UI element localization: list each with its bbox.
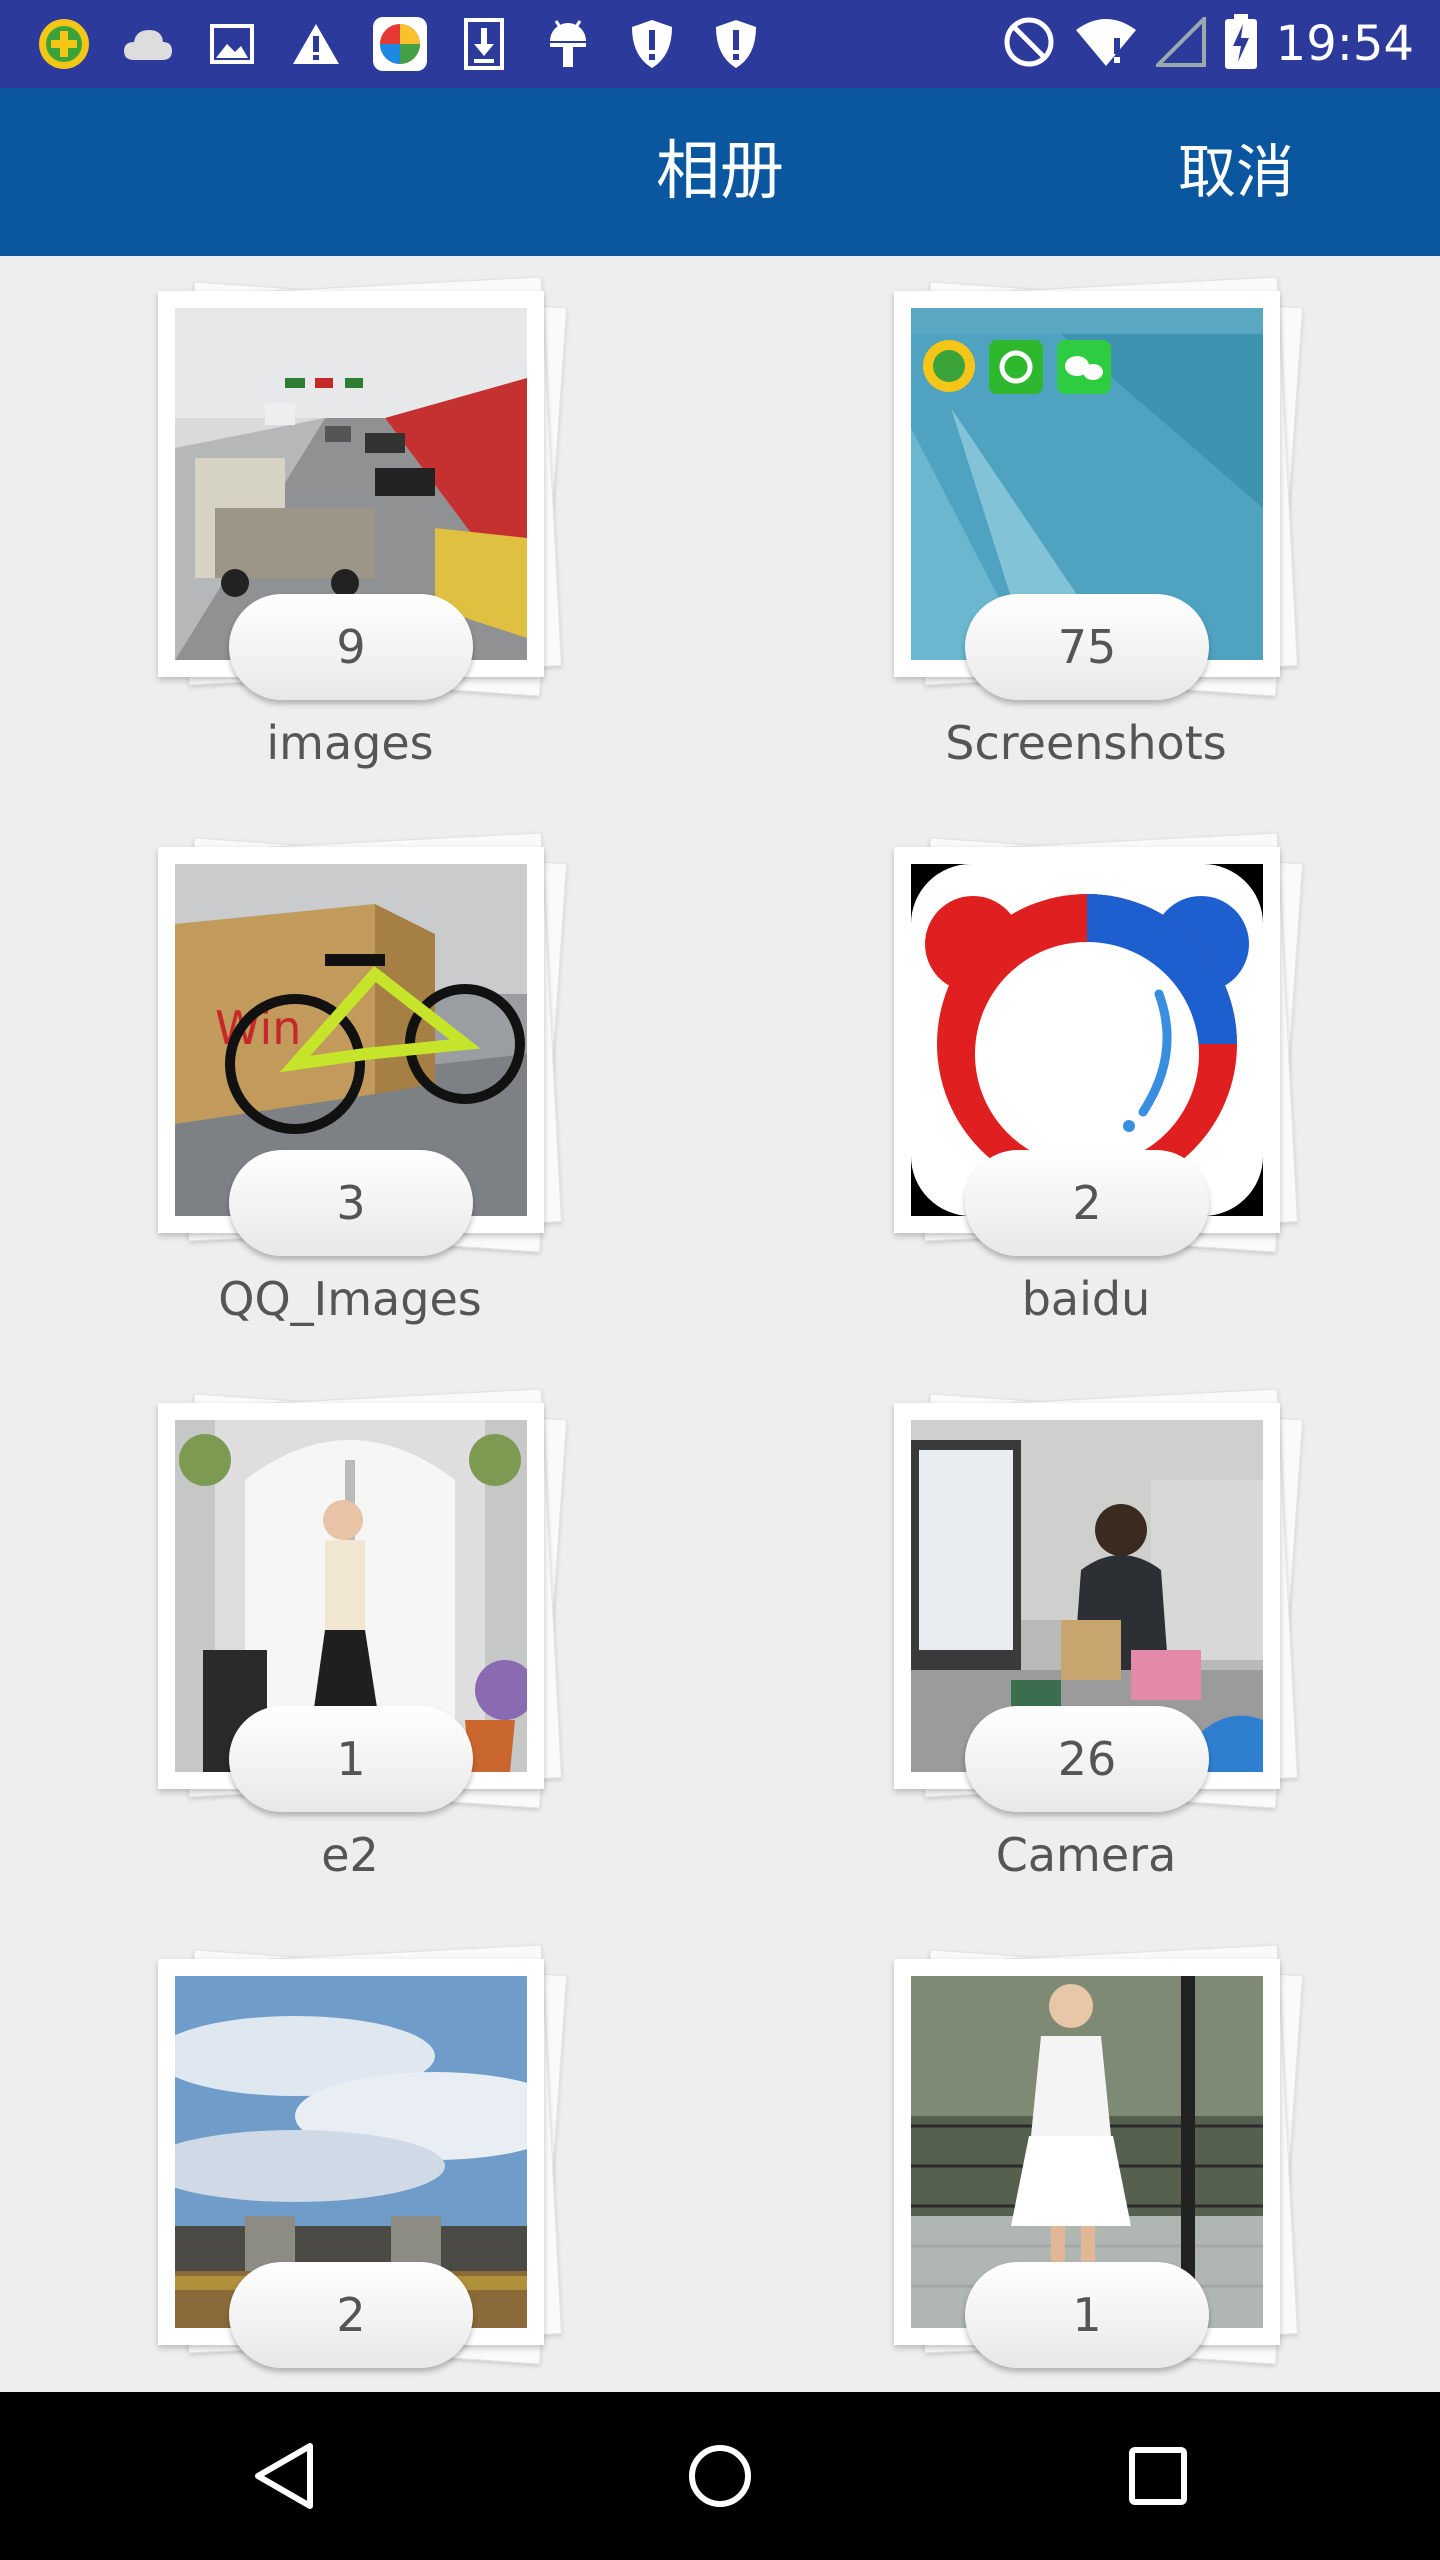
photo-count-badge: 9 — [229, 594, 473, 700]
cancel-button[interactable]: 取消 — [1178, 132, 1294, 212]
photo-count-badge: 75 — [965, 594, 1209, 700]
plus-app-icon — [32, 14, 96, 74]
status-bar: 19:54 — [0, 0, 1440, 88]
image-icon — [200, 14, 264, 74]
system-status: 19:54 — [1002, 14, 1414, 74]
shield-icon — [620, 14, 684, 74]
photo-count-badge: 2 — [965, 1150, 1209, 1256]
photo-count-badge: 2 — [229, 2262, 473, 2368]
warning-icon — [284, 14, 348, 74]
album-item[interactable]: 1 — [736, 1924, 1304, 2392]
recents-icon[interactable] — [1118, 2436, 1198, 2516]
album-item[interactable]: Win 3 QQ_Images — [0, 812, 568, 1352]
android-icon — [536, 14, 600, 74]
gallery-app-icon — [368, 14, 432, 74]
signal-icon — [1152, 14, 1206, 71]
wifi-icon — [1074, 16, 1138, 72]
album-name: QQ_Images — [218, 1272, 482, 1326]
album-name: Camera — [995, 1828, 1177, 1882]
download-icon — [452, 14, 516, 74]
album-item[interactable]: 1 e2 — [0, 1368, 568, 1908]
album-grid: 9 images 75 Screenshots Win 3 QQ_Images … — [0, 256, 1440, 2392]
notification-icons — [32, 14, 768, 74]
album-item[interactable]: 9 images — [0, 256, 568, 796]
album-item[interactable]: 75 Screenshots — [736, 256, 1304, 796]
app-bar: 相册 取消 — [0, 88, 1440, 256]
photo-count-badge: 1 — [229, 1706, 473, 1812]
album-name: baidu — [1021, 1272, 1151, 1326]
cloud-icon — [116, 14, 180, 74]
navigation-bar — [0, 2392, 1440, 2560]
album-name: e2 — [321, 1828, 379, 1882]
album-name: images — [266, 716, 434, 770]
album-item[interactable]: 26 Camera — [736, 1368, 1304, 1908]
album-item[interactable]: 2 — [0, 1924, 568, 2392]
no-disturb-icon — [1002, 15, 1056, 73]
photo-count-badge: 26 — [965, 1706, 1209, 1812]
photo-count-badge: 3 — [229, 1150, 473, 1256]
back-icon[interactable] — [244, 2436, 324, 2516]
photo-count-badge: 1 — [965, 2262, 1209, 2368]
album-name: Screenshots — [945, 716, 1227, 770]
clock: 19:54 — [1275, 16, 1414, 72]
battery-charging-icon — [1224, 14, 1258, 74]
shield-icon — [704, 14, 768, 74]
home-icon[interactable] — [680, 2436, 760, 2516]
album-item[interactable]: 2 baidu — [736, 812, 1304, 1352]
